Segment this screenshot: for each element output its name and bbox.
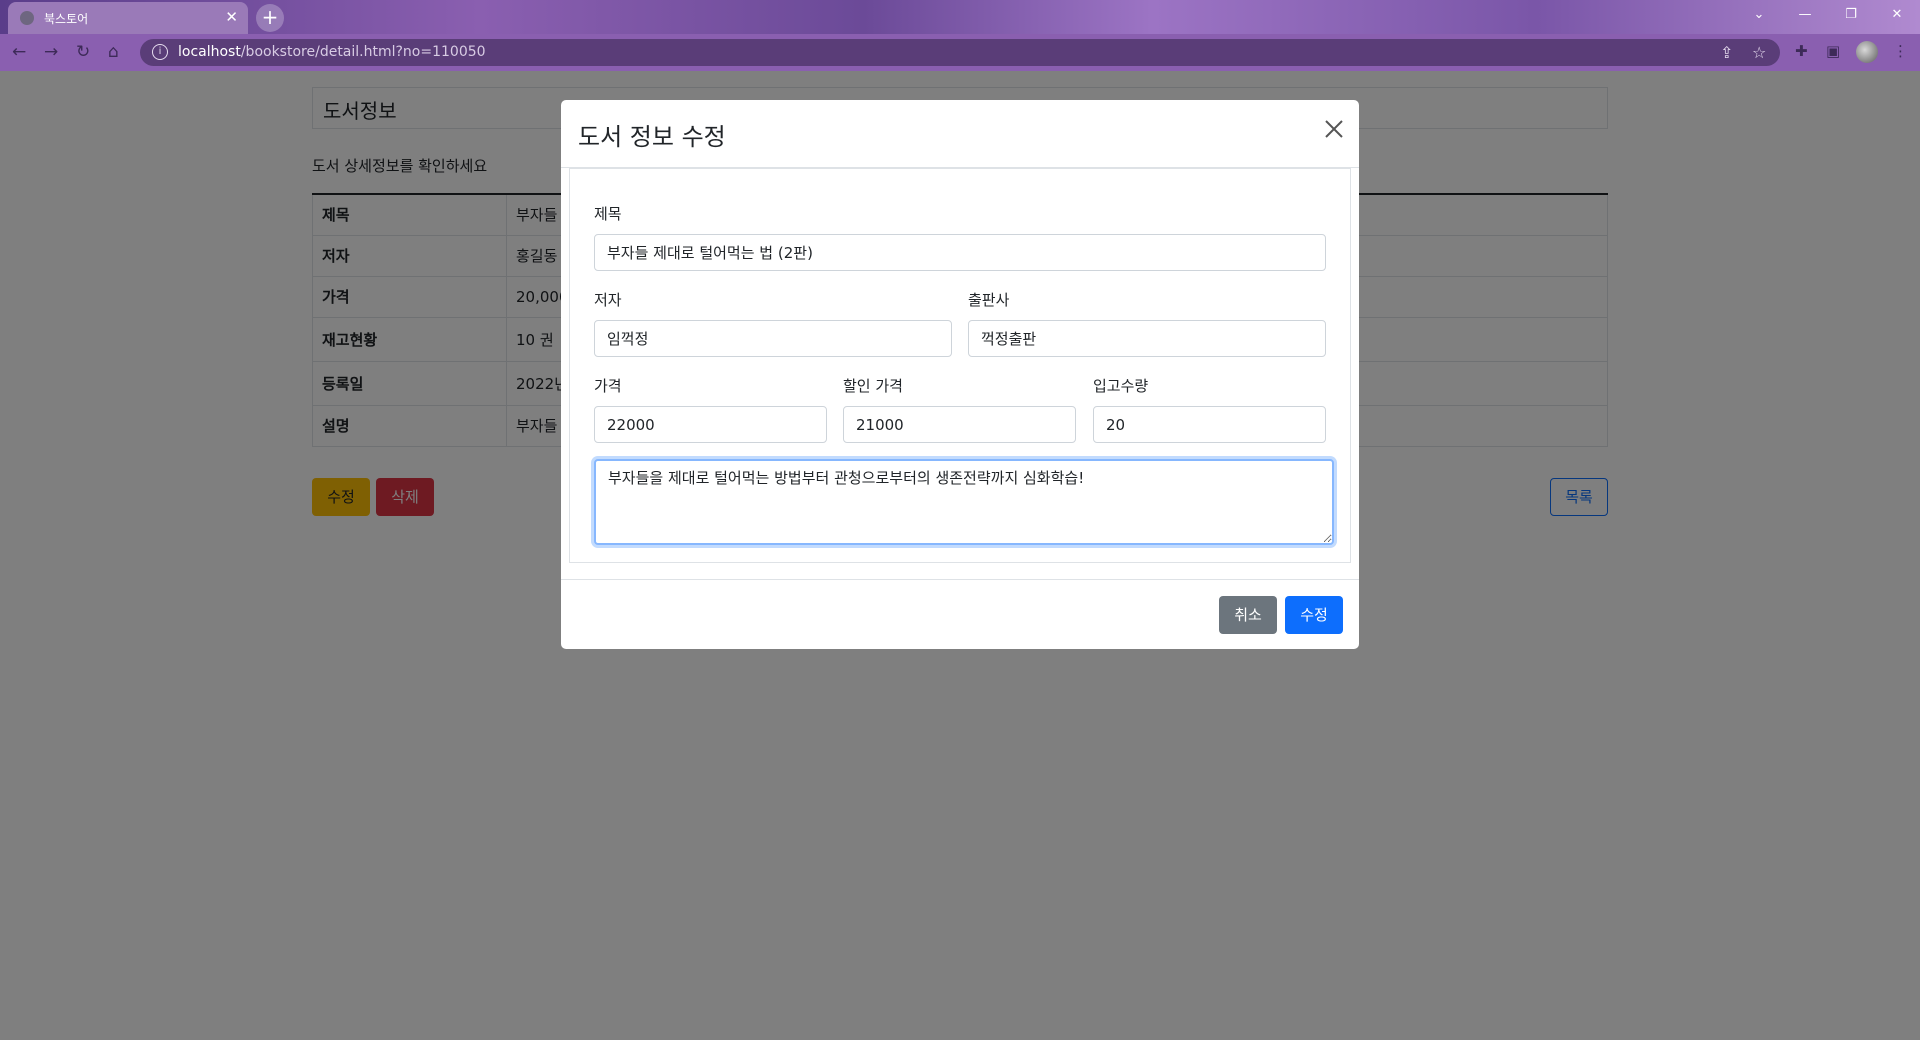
info-icon[interactable]: i — [152, 44, 168, 60]
browser-toolbar: ← → ↻ ⌂ i localhost/bookstore/detail.htm… — [0, 34, 1920, 71]
discount-input[interactable] — [843, 406, 1076, 443]
modal-header: 도서 정보 수정 — [561, 100, 1359, 168]
price-label: 가격 — [594, 377, 622, 395]
edit-book-modal: 도서 정보 수정 취소 수정 — [561, 100, 1359, 649]
title-input[interactable] — [594, 234, 1326, 271]
price-input[interactable] — [594, 406, 827, 443]
menu-icon[interactable]: ⋮ — [1893, 42, 1908, 60]
modal-title: 도서 정보 수정 — [578, 123, 726, 151]
profile-avatar[interactable] — [1856, 41, 1878, 63]
window-controls: ⌄ — ❐ ✕ — [1736, 0, 1920, 28]
cancel-button[interactable]: 취소 — [1219, 596, 1277, 634]
address-bar[interactable]: i localhost/bookstore/detail.html?no=110… — [140, 39, 1780, 66]
close-window-icon[interactable]: ✕ — [1874, 0, 1920, 28]
back-icon[interactable]: ← — [12, 42, 26, 62]
submit-button[interactable]: 수정 — [1285, 596, 1343, 634]
url-text: localhost/bookstore/detail.html?no=11005… — [178, 44, 486, 60]
stock-input[interactable] — [1093, 406, 1326, 443]
side-panel-icon[interactable]: ▣ — [1826, 42, 1840, 60]
home-icon[interactable]: ⌂ — [108, 42, 119, 62]
star-icon[interactable]: ☆ — [1752, 43, 1766, 62]
discount-label: 할인 가격 — [843, 377, 903, 395]
publisher-label: 출판사 — [968, 291, 1010, 309]
close-icon[interactable] — [1323, 118, 1345, 140]
browser-tab[interactable]: 북스토어 ✕ — [8, 2, 248, 34]
modal-footer: 취소 수정 — [561, 579, 1359, 649]
restore-icon[interactable]: ❐ — [1828, 0, 1874, 28]
share-icon[interactable]: ⇪ — [1720, 43, 1733, 62]
tab-title: 북스토어 — [44, 12, 89, 26]
stock-label: 입고수량 — [1093, 377, 1149, 395]
reload-icon[interactable]: ↻ — [76, 42, 90, 62]
description-textarea[interactable]: 부자들을 제대로 털어먹는 방법부터 관청으로부터의 생존전략까지 심화학습! — [594, 459, 1334, 545]
browser-tab-bar: 북스토어 ✕ + ⌄ — ❐ ✕ — [0, 0, 1920, 34]
publisher-input[interactable] — [968, 320, 1326, 357]
globe-icon — [20, 11, 34, 25]
tab-search-icon[interactable]: ⌄ — [1736, 0, 1782, 28]
tab-close-icon[interactable]: ✕ — [225, 8, 238, 26]
forward-icon[interactable]: → — [44, 42, 58, 62]
minimize-icon[interactable]: — — [1782, 0, 1828, 28]
author-label: 저자 — [594, 291, 622, 309]
author-input[interactable] — [594, 320, 952, 357]
extensions-icon[interactable]: ✚ — [1795, 42, 1808, 60]
new-tab-button[interactable]: + — [256, 4, 284, 32]
title-label: 제목 — [594, 205, 622, 223]
